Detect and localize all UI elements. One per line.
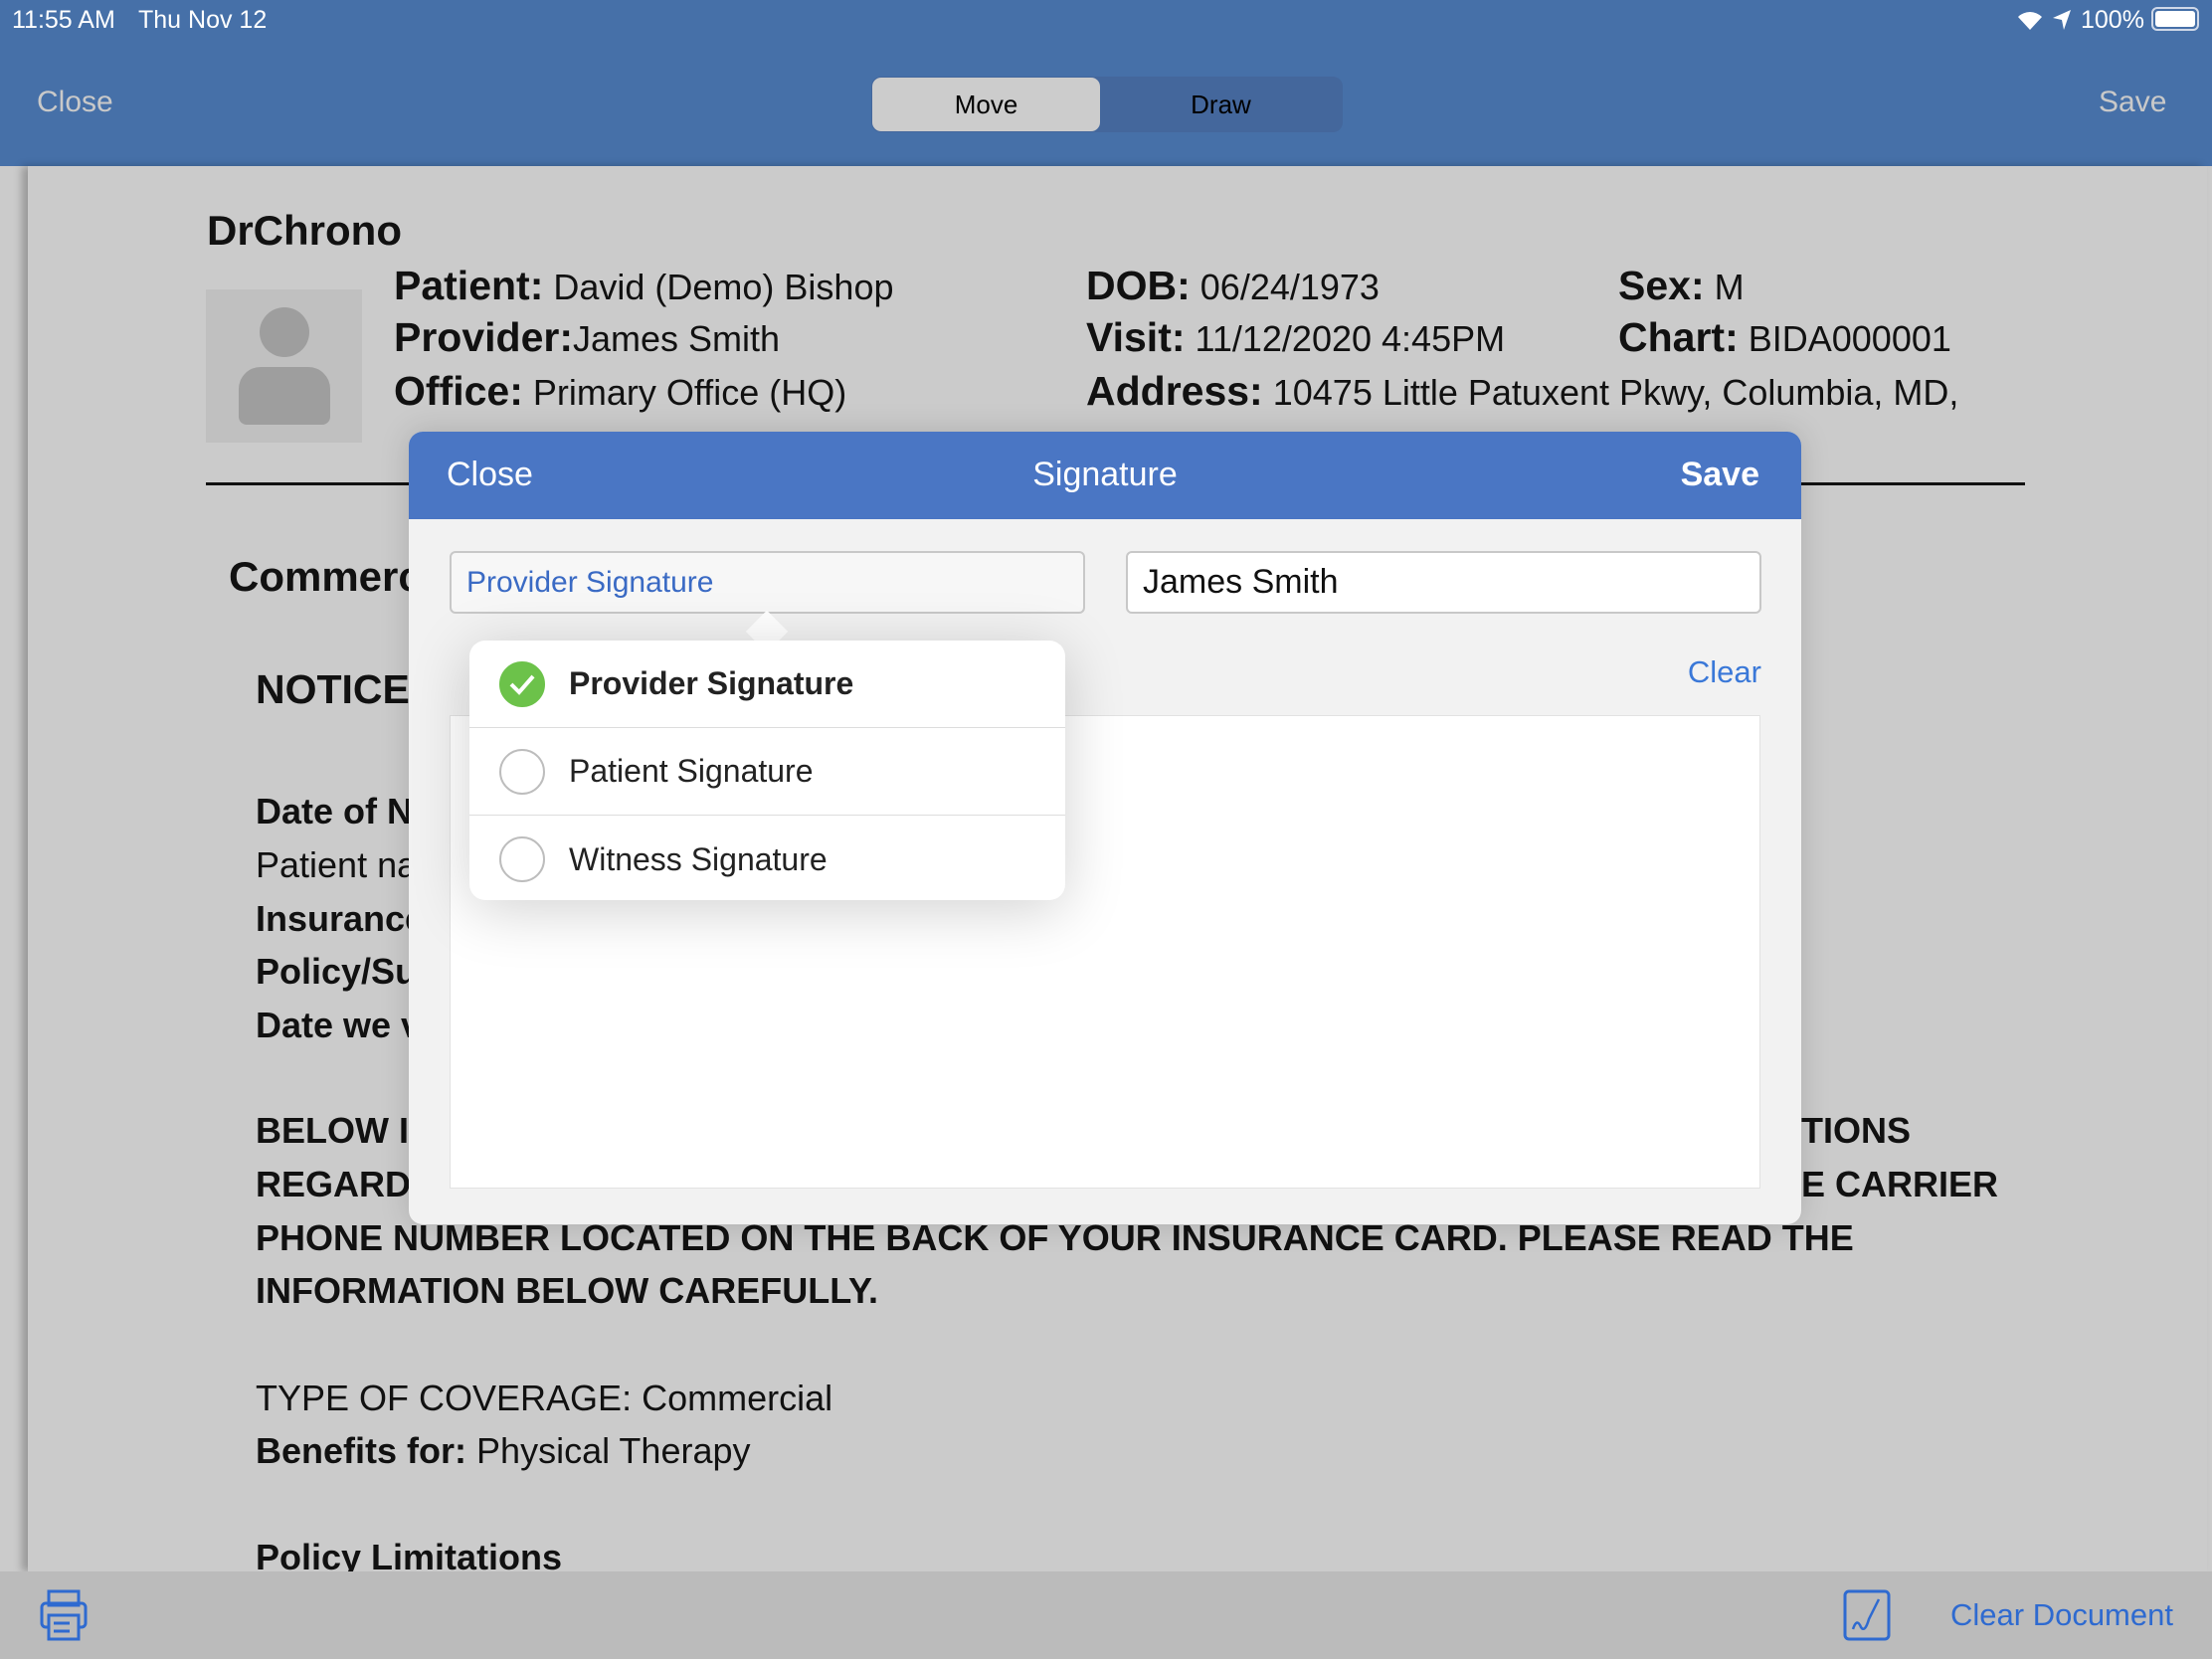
doc-text: Patient na bbox=[256, 844, 418, 885]
brand-title: DrChrono bbox=[207, 207, 402, 254]
coverage-text: TYPE OF COVERAGE: Commercial bbox=[256, 1378, 833, 1418]
signer-name-input[interactable]: James Smith bbox=[1126, 551, 1761, 614]
option-patient-signature[interactable]: Patient Signature bbox=[469, 728, 1065, 816]
top-bar: 11:55 AM Thu Nov 12 100% Close Move Draw… bbox=[0, 0, 2212, 166]
chart-label: Chart: bbox=[1618, 314, 1739, 360]
sex-label: Sex: bbox=[1618, 263, 1705, 308]
radio-empty-icon bbox=[499, 836, 545, 882]
visit-label: Visit: bbox=[1086, 314, 1186, 360]
battery-percent: 100% bbox=[2081, 6, 2144, 34]
doc-text: Date we v bbox=[256, 1005, 422, 1045]
patient-label: Patient: bbox=[394, 263, 544, 308]
option-provider-signature[interactable]: Provider Signature bbox=[469, 641, 1065, 728]
provider-value: James Smith bbox=[573, 318, 781, 359]
radio-empty-icon bbox=[499, 748, 545, 795]
doc-text: E CARRIER bbox=[1801, 1164, 1999, 1204]
battery-icon bbox=[2151, 7, 2199, 31]
printer-icon[interactable] bbox=[40, 1589, 90, 1641]
wifi-icon bbox=[2018, 12, 2042, 31]
modal-save-button[interactable]: Save bbox=[1681, 456, 1759, 494]
chart-value: BIDA000001 bbox=[1748, 318, 1951, 359]
checkmark-icon bbox=[499, 660, 545, 707]
clear-signature-button[interactable]: Clear bbox=[1688, 654, 1761, 690]
office-label: Office: bbox=[394, 368, 523, 414]
doc-text: TIONS bbox=[1801, 1110, 1912, 1151]
modal-header: Close Signature Save bbox=[409, 432, 1801, 519]
provider-label: Provider: bbox=[394, 314, 573, 360]
office-value: Primary Office (HQ) bbox=[532, 372, 847, 413]
doc-text: REGARD bbox=[256, 1164, 412, 1204]
doc-text: Insurance bbox=[256, 898, 426, 939]
clear-document-button[interactable]: Clear Document bbox=[1950, 1597, 2173, 1633]
doc-heading: Commerc bbox=[229, 553, 422, 600]
status-date: Thu Nov 12 bbox=[138, 6, 268, 34]
doc-text: INFORMATION BELOW CAREFULLY. bbox=[256, 1270, 878, 1311]
segment-move[interactable]: Move bbox=[872, 78, 1100, 131]
benefits-label: Benefits for: bbox=[256, 1430, 467, 1471]
bottom-toolbar: Clear Document bbox=[0, 1571, 2212, 1659]
doc-text: Date of N bbox=[256, 791, 414, 831]
dob-label: DOB: bbox=[1086, 263, 1191, 308]
status-time: 11:55 AM bbox=[12, 6, 115, 34]
notice-heading: NOTICE bbox=[256, 666, 410, 712]
signature-icon[interactable] bbox=[1843, 1589, 1893, 1641]
address-label: Address: bbox=[1086, 368, 1263, 414]
option-label: Witness Signature bbox=[569, 840, 828, 877]
benefits-value: Physical Therapy bbox=[476, 1430, 751, 1471]
signature-type-popover: Provider Signature Patient Signature Wit… bbox=[469, 641, 1065, 900]
save-button[interactable]: Save bbox=[2099, 86, 2166, 119]
doc-text: Policy/Su bbox=[256, 951, 418, 992]
dob-value: 06/24/1973 bbox=[1199, 267, 1380, 307]
signature-type-dropdown[interactable]: Provider Signature bbox=[450, 551, 1085, 614]
close-button[interactable]: Close bbox=[37, 86, 113, 119]
sex-value: M bbox=[1714, 267, 1745, 307]
modal-title: Signature bbox=[1032, 456, 1178, 493]
option-witness-signature[interactable]: Witness Signature bbox=[469, 816, 1065, 903]
visit-value: 11/12/2020 4:45PM bbox=[1195, 318, 1506, 359]
avatar bbox=[206, 289, 362, 443]
option-label: Provider Signature bbox=[569, 665, 854, 701]
option-label: Patient Signature bbox=[569, 753, 814, 789]
location-icon bbox=[2053, 10, 2071, 30]
address-value: 10475 Little Patuxent Pkwy, Columbia, MD… bbox=[1272, 372, 1959, 413]
doc-text: BELOW I bbox=[256, 1110, 409, 1151]
segment-draw[interactable]: Draw bbox=[1100, 78, 1342, 131]
patient-value: David (Demo) Bishop bbox=[553, 267, 894, 307]
